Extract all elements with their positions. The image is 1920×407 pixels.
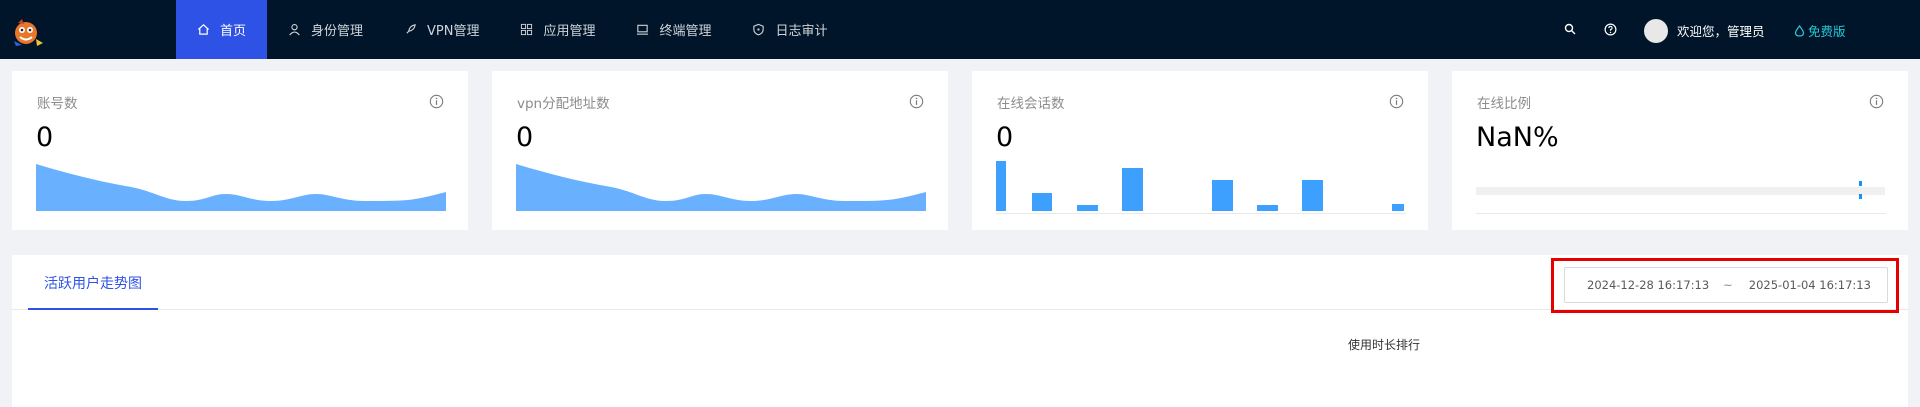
bar-mark — [1302, 180, 1323, 211]
nav-label: 首页 — [220, 24, 247, 39]
stat-card-accounts: 账号数 0 — [12, 71, 468, 230]
apps-icon — [520, 23, 534, 37]
nav-label: 日志审计 — [775, 24, 828, 39]
bar-mark — [996, 161, 1006, 211]
shield-icon — [752, 23, 766, 37]
home-icon — [196, 23, 210, 37]
edition-badge[interactable]: 免费版 — [1794, 21, 1846, 40]
stat-card-online-sessions: 在线会话数 0 — [972, 71, 1428, 230]
bar-mark — [1032, 193, 1052, 211]
nav-label: 终端管理 — [659, 24, 712, 39]
nav-label: 身份管理 — [311, 24, 364, 39]
chart-title: 使用时长排行 — [1348, 338, 1421, 352]
edition-label: 免费版 — [1808, 24, 1846, 39]
date-end[interactable]: 2025-01-04 16:17:13 — [1749, 278, 1871, 292]
top-navigation-bar: 首页 身份管理 VPN管理 应用管理 终端管理 日志审计 欢迎您，管理员 免费版 — [0, 0, 1920, 59]
bar-mark — [1257, 205, 1278, 211]
droplet-icon — [1794, 24, 1805, 37]
tab-underline — [28, 308, 158, 310]
stat-card-title: 在线比例 — [1477, 96, 1531, 112]
bar-mark — [1077, 205, 1098, 211]
stat-card-title: 账号数 — [37, 96, 78, 112]
bar-mark — [1122, 168, 1143, 211]
stat-card-value: NaN% — [1476, 122, 1559, 153]
main-nav: 首页 身份管理 VPN管理 应用管理 终端管理 日志审计 — [176, 0, 848, 59]
nav-label: 应用管理 — [543, 24, 596, 39]
nav-label: VPN管理 — [427, 24, 480, 39]
date-range-picker[interactable]: 2024-12-28 16:17:13 ~ 2025-01-04 16:17:1… — [1564, 267, 1888, 303]
date-separator: ~ — [1723, 278, 1733, 292]
chart-baseline — [1476, 213, 1886, 214]
tab-active-user-trend[interactable]: 活跃用户走势图 — [28, 255, 158, 310]
info-icon[interactable] — [1389, 94, 1404, 109]
bar-sparkline — [996, 161, 1404, 211]
stat-card-value: 0 — [996, 122, 1014, 153]
bar-mark — [1212, 180, 1233, 211]
nav-item-home[interactable]: 首页 — [176, 0, 268, 59]
stat-card-title: vpn分配地址数 — [517, 96, 610, 112]
info-icon[interactable] — [429, 94, 444, 109]
nav-item-identity[interactable]: 身份管理 — [267, 0, 383, 59]
area-sparkline — [36, 164, 446, 211]
trend-panel: 活跃用户走势图 2024-12-28 16:17:13 ~ 2025-01-04… — [12, 255, 1908, 407]
avatar[interactable] — [1644, 19, 1668, 43]
stat-card-online-ratio: 在线比例 NaN% — [1452, 71, 1908, 230]
app-logo[interactable] — [10, 17, 44, 47]
bar-mark — [1392, 204, 1404, 211]
nav-item-vpn[interactable]: VPN管理 — [383, 0, 499, 59]
user-icon — [287, 23, 301, 37]
stat-card-value: 0 — [36, 122, 54, 153]
stat-card-value: 0 — [516, 122, 534, 153]
tab-bar: 活跃用户走势图 2024-12-28 16:17:13 ~ 2025-01-04… — [12, 255, 1908, 310]
date-start[interactable]: 2024-12-28 16:17:13 — [1587, 278, 1709, 292]
chart-baseline — [996, 213, 1406, 214]
laptop-icon — [636, 23, 650, 37]
progress-track — [1476, 187, 1885, 195]
progress-target-marker — [1859, 181, 1862, 199]
nav-item-audit[interactable]: 日志审计 — [732, 0, 848, 59]
nav-item-terminals[interactable]: 终端管理 — [616, 0, 732, 59]
stat-card-title: 在线会话数 — [997, 96, 1065, 112]
rocket-icon — [403, 23, 417, 37]
welcome-text[interactable]: 欢迎您，管理员 — [1677, 21, 1765, 40]
area-sparkline — [516, 164, 926, 211]
info-icon[interactable] — [909, 94, 924, 109]
nav-item-apps[interactable]: 应用管理 — [500, 0, 616, 59]
stat-card-vpn-addresses: vpn分配地址数 0 — [492, 71, 948, 230]
help-icon[interactable] — [1603, 22, 1617, 36]
info-icon[interactable] — [1869, 94, 1884, 109]
search-icon[interactable] — [1563, 22, 1577, 36]
